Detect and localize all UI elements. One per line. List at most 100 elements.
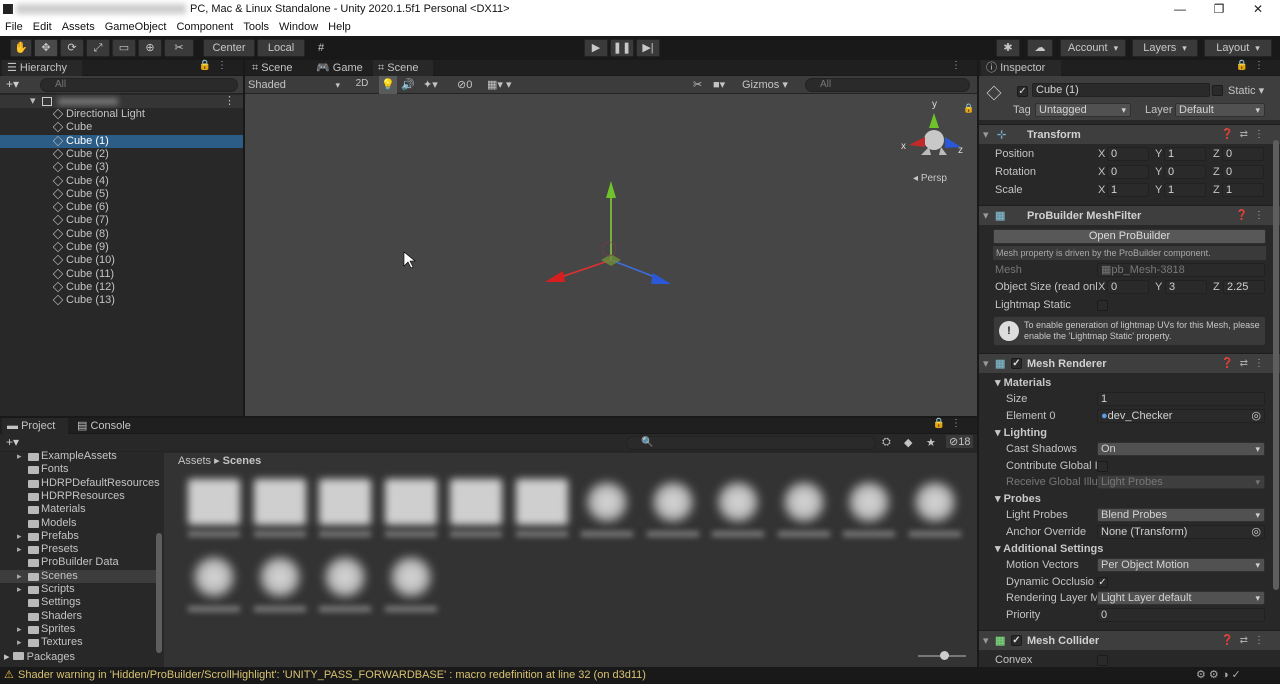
menu-tools[interactable]: Tools (238, 19, 274, 35)
hidden-packages-toggle[interactable]: ⊘18 (946, 435, 974, 448)
open-probuilder-button[interactable]: Open ProBuilder (993, 229, 1266, 244)
folder-item[interactable]: ProBuilder Data (0, 556, 162, 569)
object-size-z[interactable]: 2.25 (1223, 280, 1265, 294)
hierarchy-item[interactable]: Cube (5) (0, 188, 243, 201)
folder-asset-thumbnail[interactable] (253, 479, 306, 525)
tab-game[interactable]: 🎮 Game (311, 60, 371, 76)
menu-file[interactable]: File (0, 19, 28, 35)
folder-item[interactable]: Settings (0, 596, 162, 609)
play-button[interactable]: ▶ (584, 39, 608, 57)
contribute-gi-checkbox[interactable] (1097, 461, 1108, 472)
hierarchy-item[interactable]: Cube (6) (0, 201, 243, 214)
filter-type-icon[interactable]: ⛭ (882, 436, 891, 449)
motion-vectors-dropdown[interactable]: Per Object Motion (1097, 558, 1265, 572)
packages-row[interactable]: ▸ Packages (4, 650, 154, 663)
transform-y-field[interactable]: 1 (1164, 147, 1206, 161)
project-create-plus-icon[interactable]: +▾ (6, 435, 19, 449)
folder-item[interactable]: Materials (0, 503, 162, 516)
2d-toggle[interactable]: 2D (351, 78, 373, 89)
object-picker-icon[interactable]: ◎ (1251, 526, 1261, 538)
expand-arrow-icon[interactable]: ▸ (17, 543, 22, 556)
hierarchy-item[interactable]: Cube (0, 121, 243, 134)
materials-foldout[interactable]: ▾ Materials (979, 375, 1280, 392)
create-plus-icon[interactable]: +▾ (6, 77, 19, 91)
expand-arrow-icon[interactable]: ▸ (17, 623, 22, 636)
hierarchy-item[interactable]: Cube (12) (0, 281, 243, 294)
hierarchy-item[interactable]: Cube (7) (0, 214, 243, 227)
zoom-slider-handle[interactable] (940, 651, 949, 660)
menu-window[interactable]: Window (274, 19, 323, 35)
folder-item[interactable]: HDRPResources (0, 490, 162, 503)
cloud-icon[interactable]: ☁ (1027, 39, 1053, 57)
grid-snap-button[interactable]: # (310, 39, 332, 57)
materials-size-field[interactable]: 1 (1097, 392, 1265, 406)
folder-asset-thumbnail[interactable] (188, 479, 240, 525)
folder-item[interactable]: ▸ Sprites (0, 623, 162, 636)
folder-tree-scrollbar[interactable] (156, 533, 162, 653)
static-dropdown[interactable]: Static ▾ (1228, 84, 1264, 97)
transform-z-field[interactable]: 1 (1222, 183, 1264, 197)
scene-panel-menu-icon[interactable]: ⋮ (951, 60, 967, 71)
foldout-arrow-icon[interactable]: ▾ (983, 354, 989, 374)
folder-item[interactable]: ▸ Prefabs (0, 530, 162, 543)
folder-item[interactable]: Fonts (0, 463, 162, 476)
move-tool-button[interactable]: ✥ (34, 39, 58, 57)
tab-project[interactable]: ▬ Project (2, 418, 68, 434)
additional-settings-foldout[interactable]: ▾ Additional Settings (979, 541, 1280, 558)
tab-scene-active[interactable]: ⌗ Scene (373, 60, 433, 76)
lightmap-static-checkbox[interactable] (1097, 300, 1108, 311)
static-checkbox[interactable] (1212, 85, 1223, 96)
layout-dropdown[interactable]: Layout (1204, 39, 1272, 57)
transform-x-field[interactable]: 1 (1107, 183, 1149, 197)
rendering-layer-dropdown[interactable]: Light Layer default (1097, 591, 1265, 605)
expand-arrow-icon[interactable]: ▸ (17, 450, 22, 463)
step-button[interactable]: ▶| (636, 39, 660, 57)
folder-item[interactable]: ▸ Scripts (0, 583, 162, 596)
lighting-toggle-icon[interactable]: 💡 (379, 76, 397, 94)
hierarchy-item[interactable]: Cube (1) (0, 134, 243, 148)
scale-tool-button[interactable]: ⤢ (86, 39, 110, 57)
collab-icon[interactable]: ✱ (996, 39, 1020, 57)
hidden-objects-icon[interactable]: ⊘0 (457, 78, 472, 91)
folder-item[interactable]: ▸ Textures (0, 636, 162, 649)
inspector-menu-icon[interactable]: 🔒⋮ (1236, 60, 1270, 71)
foldout-arrow-icon[interactable]: ▾ (983, 631, 989, 651)
project-search-input[interactable]: 🔍 (626, 436, 876, 450)
rotate-tool-button[interactable]: ⟳ (60, 39, 84, 57)
scene-viewport[interactable]: y x z 🔒 ◂ Persp (245, 95, 977, 416)
move-gizmo[interactable] (545, 181, 671, 284)
orientation-gizmo[interactable]: y x z (901, 99, 963, 156)
component-menu-icon[interactable]: ❓⋮ (1236, 206, 1270, 226)
breadcrumb-scenes[interactable]: Scenes (223, 455, 262, 467)
folder-item[interactable]: ▸ Presets (0, 543, 162, 556)
component-menu-icon[interactable]: ❓⇄⋮ (1221, 354, 1270, 374)
scene-asset-thumbnail[interactable] (712, 479, 764, 525)
rect-tool-button[interactable]: ▭ (112, 39, 136, 57)
hierarchy-item[interactable]: Directional Light (0, 108, 243, 121)
gizmos-dropdown[interactable]: Gizmos ▾ (742, 78, 788, 91)
project-panel-menu-icon[interactable]: 🔒⋮ (933, 418, 967, 429)
mesh-collider-header[interactable]: ▾ ▦ ✓ Mesh Collider ❓⇄⋮ (979, 630, 1280, 650)
foldout-arrow-icon[interactable]: ▾ (983, 206, 989, 226)
object-size-x[interactable]: 0 (1107, 280, 1149, 294)
mesh-renderer-header[interactable]: ▾ ▦ ✓ Mesh Renderer ❓⇄⋮ (979, 353, 1280, 373)
folder-item[interactable]: Models (0, 517, 162, 530)
folder-asset-thumbnail[interactable] (384, 479, 437, 525)
audio-toggle-icon[interactable]: 🔊 (401, 78, 415, 91)
hierarchy-item[interactable]: Cube (13) (0, 294, 243, 307)
panel-menu-icon[interactable]: 🔒⋮ (199, 60, 233, 71)
tag-dropdown[interactable]: Untagged (1035, 103, 1131, 117)
status-message[interactable]: Shader warning in 'Hidden/ProBuilder/Scr… (18, 667, 646, 684)
tab-scene[interactable]: ⌗ Scene (247, 60, 309, 76)
cast-shadows-dropdown[interactable]: On (1097, 442, 1265, 456)
foldout-arrow-icon[interactable]: ▾ (983, 125, 989, 145)
transform-header[interactable]: ▾ ⊹ Transform ❓⇄⋮ (979, 124, 1280, 144)
maximize-button[interactable]: ❐ (1199, 0, 1239, 19)
transform-z-field[interactable]: 0 (1222, 147, 1264, 161)
shading-mode-dropdown[interactable]: Shaded ▾ (248, 77, 344, 93)
menu-gameobject[interactable]: GameObject (100, 19, 172, 35)
transform-tool-button[interactable]: ⊕ (138, 39, 162, 57)
tools-icon[interactable]: ✂ (693, 78, 702, 91)
minimize-button[interactable]: — (1160, 0, 1200, 19)
pause-button[interactable]: ❚❚ (610, 39, 634, 57)
